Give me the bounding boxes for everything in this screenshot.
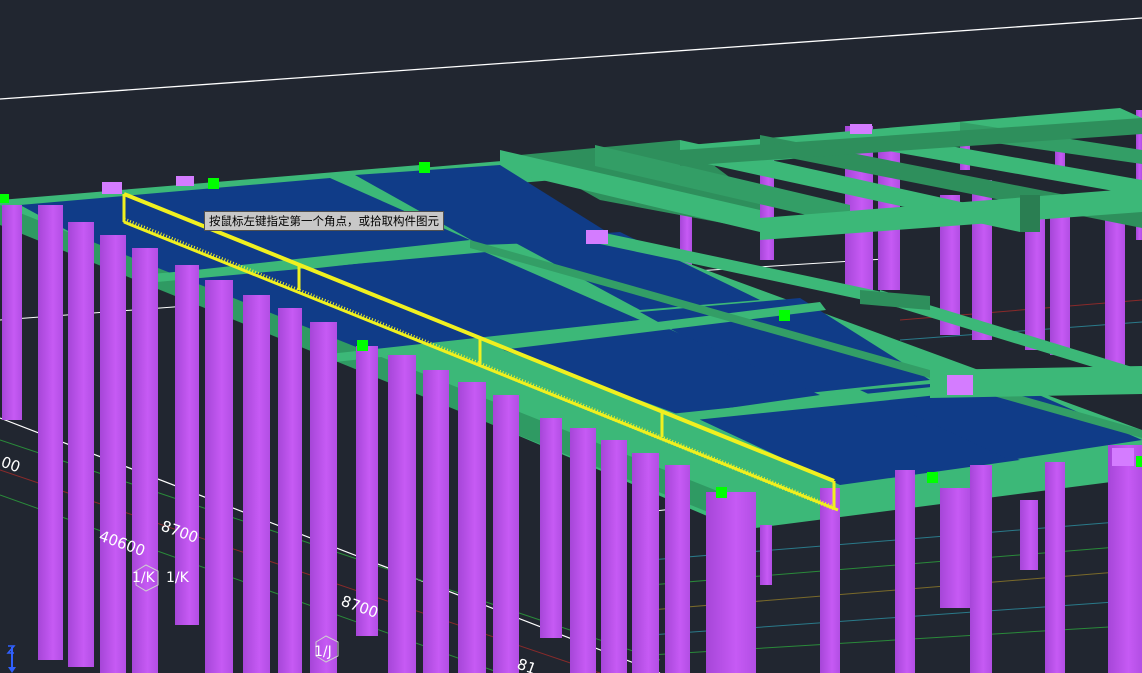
grip-point — [779, 310, 790, 321]
grip-point — [0, 194, 9, 203]
grip-point — [716, 487, 727, 498]
dimension-label: 00 — [0, 453, 23, 476]
grip-point — [1136, 456, 1142, 467]
axis-label: 1/J — [314, 644, 332, 660]
grip-point — [357, 340, 368, 351]
axis-label: 1/K — [132, 570, 156, 586]
grip-point — [927, 472, 938, 483]
cad-3d-viewport[interactable]: 8700 40600 8700 00 81 1/K 1/K 1/J 按鼠标左键指… — [0, 0, 1142, 673]
grip-point — [419, 162, 430, 173]
structure-model: 8700 40600 8700 00 81 1/K 1/K 1/J — [0, 17, 1142, 673]
axis-label: 1/K — [166, 570, 190, 586]
command-prompt-tooltip: 按鼠标左键指定第一个角点，或拾取构件图元 — [204, 211, 444, 231]
ucs-axis-icon — [6, 645, 16, 673]
grip-point — [208, 178, 219, 189]
